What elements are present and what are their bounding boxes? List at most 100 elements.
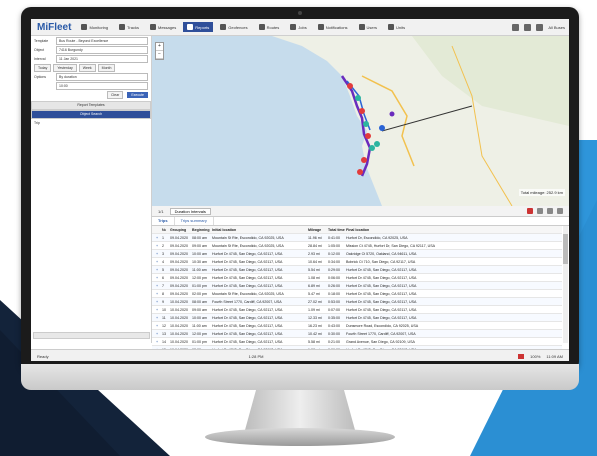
table-cell: 10.64 mi	[308, 259, 322, 264]
nav-item-notifications[interactable]: Notifications	[314, 22, 352, 32]
nav-label: Users	[366, 24, 377, 30]
expand-icon[interactable]: +	[152, 236, 162, 240]
table-row[interactable]: +12 10.04.2020 11:00 am Hurfort Dr 4745, Sa…	[152, 322, 562, 330]
table-cell: 0:35:00	[328, 315, 340, 320]
table-row[interactable]: +4 09.04.2020 10:30 am Hurfort Dr 4745, San…	[152, 258, 562, 266]
sidebar-scrollbar[interactable]	[33, 332, 150, 339]
clear-button[interactable]: Clear	[106, 90, 124, 99]
table-row[interactable]: +13 10.04.2020 12:00 pm Hurfort Dr 4745, Sa…	[152, 330, 562, 338]
table-cell: Hurfort Dr 4745, San Diego, CA 92117, US…	[346, 315, 417, 320]
user-name[interactable]: All Buses	[548, 25, 565, 30]
column-header[interactable]: Mileage	[308, 228, 328, 232]
expand-icon[interactable]: +	[152, 332, 162, 336]
expand-icon[interactable]: +	[152, 260, 162, 264]
week-button[interactable]: Week	[78, 63, 96, 72]
column-header[interactable]: Initial location	[212, 228, 308, 232]
table-cell: Hurfort Dr 4745, San Diego, CA 92117, US…	[212, 331, 283, 336]
column-header[interactable]: Final location	[346, 228, 562, 232]
users-icon	[358, 24, 365, 30]
table-cell: Dunsmore Road, Escondido, CA 92025, USA	[346, 323, 419, 328]
interval-row: Interval 11 Jan 2021	[31, 54, 151, 63]
table-row[interactable]: +2 09.04.2020 09:00 am Mountain St Rte, Esc…	[152, 242, 562, 250]
table-scrollbar[interactable]	[563, 226, 568, 343]
table-cell: 09.04.2020	[170, 283, 188, 288]
interval-value[interactable]: 11 Jan 2021	[56, 54, 148, 63]
table-cell: Mountain St Rte, Escondido, CA 92025, US…	[212, 243, 284, 248]
expand-icon[interactable]: +	[152, 340, 162, 344]
nav-item-routes[interactable]: Routes	[255, 22, 284, 32]
expand-icon[interactable]: +	[152, 276, 162, 280]
report-table-select[interactable]: Duration Intervals	[169, 207, 211, 215]
map-view[interactable]: + − Total mileage: 252.9 km	[152, 36, 569, 206]
table-cell: 09:00 am	[192, 307, 207, 312]
column-header[interactable]: №	[162, 228, 170, 232]
nav-item-units[interactable]: Units	[384, 22, 409, 32]
app-logo[interactable]: MiFleet	[31, 22, 77, 33]
expand-icon[interactable]: +	[152, 244, 162, 248]
expand-icon[interactable]: +	[152, 316, 162, 320]
expand-icon[interactable]: +	[152, 324, 162, 328]
column-header[interactable]: Total time	[328, 228, 346, 232]
table-row[interactable]: +14 10.04.2020 01:00 pm Hurfort Dr 4745, Sa…	[152, 338, 562, 346]
settings-icon[interactable]	[512, 23, 520, 31]
nav-item-geofences[interactable]: Geofences	[216, 22, 251, 32]
object-search-bar[interactable]: Object Search	[31, 110, 151, 119]
nav-item-monitoring[interactable]: Monitoring	[77, 22, 112, 32]
template-label: Template	[34, 38, 49, 43]
scroll-thumb[interactable]	[563, 234, 568, 264]
expand-icon[interactable]: +	[152, 300, 162, 304]
export-icon[interactable]	[547, 208, 553, 214]
yesterday-button[interactable]: Yesterday	[53, 63, 77, 72]
time-input[interactable]: 10:00	[56, 81, 148, 90]
column-header[interactable]: Beginning	[192, 228, 212, 232]
toolbar-right: All Buses	[507, 23, 569, 31]
expand-icon[interactable]: +	[152, 284, 162, 288]
expand-icon[interactable]: +	[152, 268, 162, 272]
table-row[interactable]: +8 09.04.2020 02:00 pm Mountain St Rte, Esc…	[152, 290, 562, 298]
object-select[interactable]: 7416 Burgundy	[56, 45, 148, 54]
table-body: +1 09.04.2020 08:00 am Mountain St Rte, Esc…	[152, 234, 562, 361]
nav-item-reports[interactable]: Reports	[183, 22, 214, 32]
table-cell: 10.04.2020	[170, 339, 188, 344]
table-row[interactable]: +9 10.04.2020 08:00 am Fourth Street 1770, …	[152, 298, 562, 306]
month-button[interactable]: Month	[97, 63, 116, 72]
tab-trips-summary[interactable]: Trips summary	[175, 217, 214, 225]
clock-time: 11:09 AM	[546, 353, 563, 359]
nav-item-users[interactable]: Users	[355, 22, 381, 32]
table-row[interactable]: +10 10.04.2020 09:00 am Hurfort Dr 4745, Sa…	[152, 306, 562, 314]
zoom-in-button[interactable]: +	[156, 43, 163, 51]
expand-icon[interactable]: +	[152, 292, 162, 296]
table-cell: 09.04.2020	[170, 235, 188, 240]
today-button[interactable]: Today	[34, 63, 52, 72]
export-pdf-icon[interactable]	[527, 208, 533, 214]
page-indicator: 1/1	[158, 208, 164, 214]
table-cell: Hurfort Dr 4745, San Diego, CA 92117, US…	[212, 275, 283, 280]
expand-icon[interactable]: +	[152, 252, 162, 256]
close-icon[interactable]	[557, 208, 563, 214]
column-header[interactable]: Grouping	[170, 228, 192, 232]
help-icon[interactable]	[524, 23, 532, 31]
zoom-out-button[interactable]: −	[156, 51, 163, 59]
table-row[interactable]: +3 09.04.2020 10:00 am Hurfort Dr 4745, San…	[152, 250, 562, 258]
table-row[interactable]: +1 09.04.2020 08:00 am Mountain St Rte, Esc…	[152, 234, 562, 242]
user-icon[interactable]	[536, 23, 544, 31]
nav-item-messages[interactable]: Messages	[146, 22, 180, 32]
table-cell: 5	[162, 267, 164, 272]
options-select[interactable]: By duration	[56, 72, 148, 81]
table-cell: 1.09 mi	[308, 307, 320, 312]
nav-item-tracks[interactable]: Tracks	[115, 22, 143, 32]
nav-item-jobs[interactable]: Jobs	[286, 22, 310, 32]
table-row[interactable]: +11 10.04.2020 10:00 am Hurfort Dr 4745, Sa…	[152, 314, 562, 322]
template-select[interactable]: Bus Route - Beyond Excellence	[56, 36, 148, 45]
execute-button[interactable]: Execute	[127, 91, 148, 98]
expand-icon[interactable]: +	[152, 308, 162, 312]
table-cell: Hurfort Dr, Escondido, CA 92025, USA	[346, 235, 408, 240]
print-icon[interactable]	[537, 208, 543, 214]
table-row[interactable]: +7 09.04.2020 01:00 pm Hurfort Dr 4745, San…	[152, 282, 562, 290]
sidebar-list-item[interactable]: Trip	[31, 119, 151, 127]
main-nav: Monitoring Tracks Messages Reports Geofences…	[77, 22, 507, 32]
table-cell: 10.04.2020	[170, 331, 188, 336]
table-row[interactable]: +5 09.04.2020 11:00 am Hurfort Dr 4745, San…	[152, 266, 562, 274]
tab-trips[interactable]: Trips	[152, 217, 175, 225]
table-row[interactable]: +6 09.04.2020 12:00 pm Hurfort Dr 4745, San…	[152, 274, 562, 282]
